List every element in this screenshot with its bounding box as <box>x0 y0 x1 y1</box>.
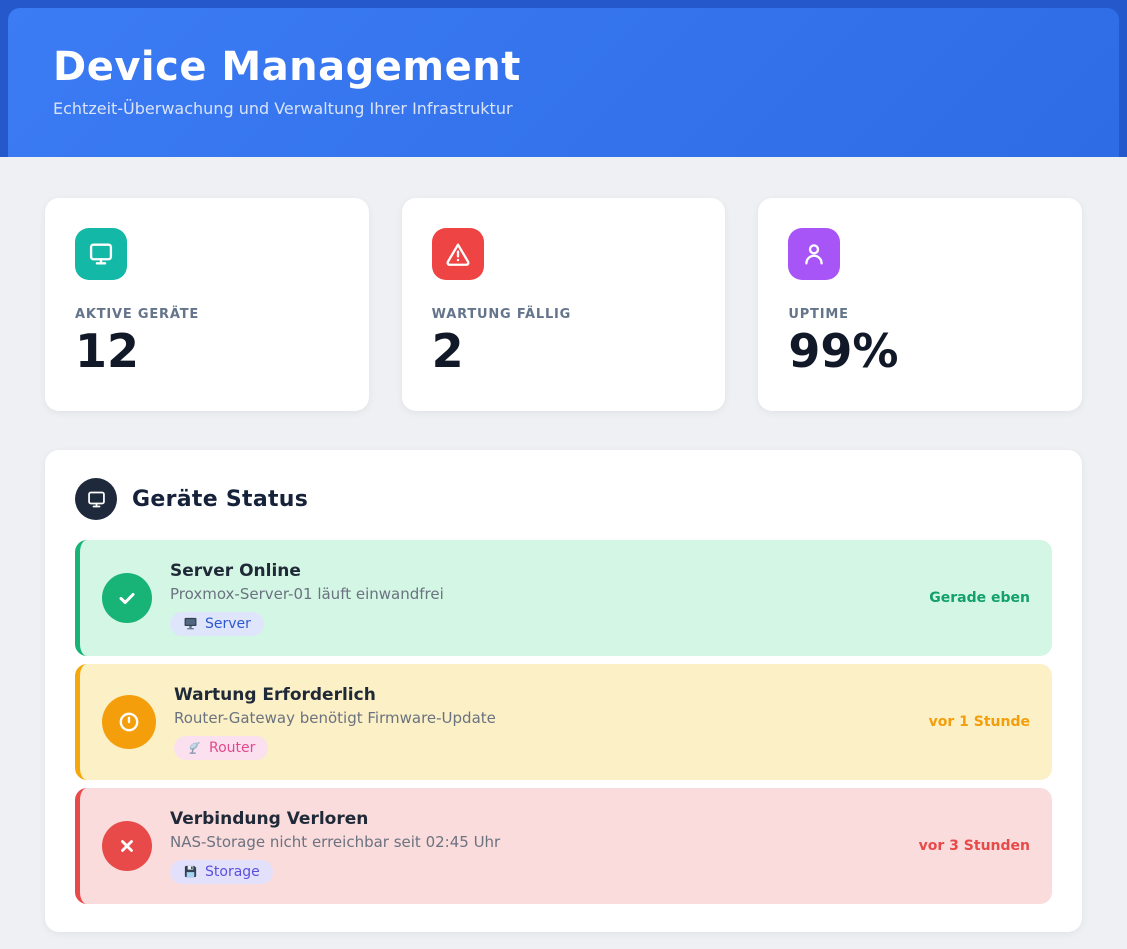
status-item-server-online: Server Online Proxmox-Server-01 läuft ei… <box>75 540 1052 656</box>
status-title: Wartung Erforderlich <box>174 685 376 705</box>
status-title: Verbindung Verloren <box>170 809 368 829</box>
server-monitor-icon <box>183 616 198 631</box>
section-title: Geräte Status <box>132 487 308 512</box>
monitor-icon <box>75 478 117 520</box>
status-body: Wartung Erforderlich Router-Gateway benö… <box>174 685 496 760</box>
status-item-connection-lost: Verbindung Verloren NAS-Storage nicht er… <box>75 788 1052 904</box>
check-icon <box>102 573 152 623</box>
x-icon <box>102 821 152 871</box>
status-timestamp: vor 3 Stunden <box>907 838 1030 854</box>
stat-card-maintenance-due: WARTUNG FÄLLIG 2 <box>402 198 726 411</box>
clock-icon <box>102 695 156 749</box>
badge-label: Server <box>205 616 251 632</box>
user-icon <box>788 228 840 280</box>
stat-label: WARTUNG FÄLLIG <box>432 307 696 322</box>
status-list: Server Online Proxmox-Server-01 läuft ei… <box>75 540 1052 904</box>
stat-value: 2 <box>432 325 696 378</box>
page-subtitle: Echtzeit-Überwachung und Verwaltung Ihre… <box>53 99 1074 118</box>
badge-label: Router <box>209 740 255 756</box>
main-content: AKTIVE GERÄTE 12 WARTUNG FÄLLIG 2 U <box>0 157 1127 949</box>
status-timestamp: vor 1 Stunde <box>917 714 1030 730</box>
warning-triangle-icon <box>432 228 484 280</box>
stat-value: 99% <box>788 325 1052 378</box>
device-type-badge: Server <box>170 612 264 636</box>
floppy-disk-icon <box>183 864 198 879</box>
device-type-badge: Storage <box>170 860 273 884</box>
stat-value: 12 <box>75 325 339 378</box>
stat-label: AKTIVE GERÄTE <box>75 307 339 322</box>
section-header: Geräte Status <box>75 478 1052 520</box>
app-header: Device Management Echtzeit-Überwachung u… <box>8 8 1119 157</box>
status-description: NAS-Storage nicht erreichbar seit 02:45 … <box>170 833 500 851</box>
status-description: Router-Gateway benötigt Firmware-Update <box>174 709 496 727</box>
stat-card-uptime: UPTIME 99% <box>758 198 1082 411</box>
stat-label: UPTIME <box>788 307 1052 322</box>
badge-label: Storage <box>205 864 260 880</box>
status-title: Server Online <box>170 561 301 581</box>
satellite-dish-icon <box>187 740 202 755</box>
status-description: Proxmox-Server-01 läuft einwandfrei <box>170 585 444 603</box>
status-timestamp: Gerade eben <box>917 590 1030 606</box>
device-type-badge: Router <box>174 736 268 760</box>
status-body: Verbindung Verloren NAS-Storage nicht er… <box>170 809 500 884</box>
status-body: Server Online Proxmox-Server-01 läuft ei… <box>170 561 444 636</box>
stats-row: AKTIVE GERÄTE 12 WARTUNG FÄLLIG 2 U <box>45 198 1082 411</box>
page-title: Device Management <box>53 44 1074 90</box>
stat-card-active-devices: AKTIVE GERÄTE 12 <box>45 198 369 411</box>
monitor-icon <box>75 228 127 280</box>
status-item-maintenance-required: Wartung Erforderlich Router-Gateway benö… <box>75 664 1052 780</box>
device-status-card: Geräte Status Server Online Proxmox-Serv… <box>45 450 1082 932</box>
